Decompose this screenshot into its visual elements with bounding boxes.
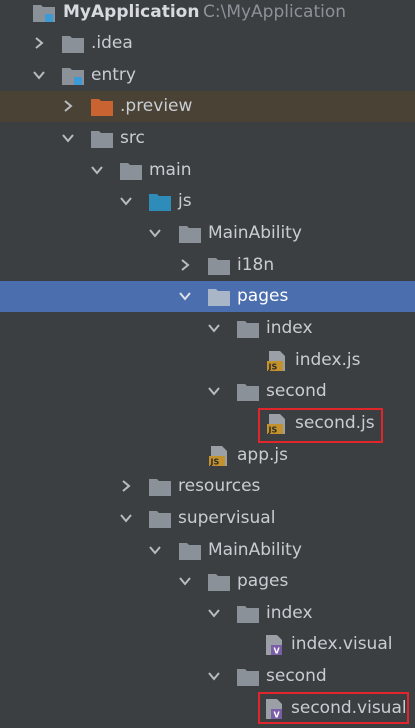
tree-row-index-visual[interactable]: V index.visual [0,629,415,660]
chevron-right-icon[interactable] [61,99,75,113]
js-file-icon: JS [209,446,227,467]
callout-second-visual [258,692,409,724]
tree-item-label: MainAbility [208,223,302,243]
tree-row-i18n[interactable]: i18n [0,250,415,281]
tree-row-main[interactable]: main [0,155,415,186]
module-folder-icon [62,68,84,85]
tree-item-label: entry [91,65,136,85]
tree-item-label: app.js [237,445,288,465]
chevron-down-icon[interactable] [178,289,192,303]
chevron-down-icon[interactable] [119,194,133,208]
tree-item-label: MainAbility [208,540,302,560]
folder-icon [179,543,201,560]
project-name: MyApplication [63,2,200,22]
tree-item-label: index.visual [291,634,393,654]
tree-row-sv-second[interactable]: second [0,661,415,692]
tree-row-entry[interactable]: entry [0,60,415,91]
tree-item-label: index [266,603,313,623]
svg-text:JS: JS [210,458,220,467]
module-folder-icon [33,5,55,22]
tree-row-idea[interactable]: .idea [0,28,415,59]
tree-row-js-pages[interactable]: pages [0,281,415,312]
chevron-right-icon[interactable] [119,479,133,493]
tree-item-label: .idea [91,33,133,53]
chevron-down-icon[interactable] [148,226,162,240]
svg-text:V: V [274,647,281,656]
folder-icon [237,321,259,338]
tree-row-myapplication[interactable]: MyApplication C:\MyApplication [0,0,415,28]
tree-item-label: supervisual [178,508,276,528]
tree-row-js[interactable]: js [0,186,415,217]
tree-item-label: js [178,191,192,211]
chevron-down-icon[interactable] [61,131,75,145]
project-path: C:\MyApplication [203,2,347,22]
chevron-down-icon[interactable] [207,669,221,683]
tree-item-label: index.js [295,350,361,370]
tree-item-label: i18n [237,255,275,275]
tree-row-sv-index[interactable]: index [0,598,415,629]
svg-text:JS: JS [268,363,278,372]
chevron-right-icon[interactable] [178,258,192,272]
visual-file-icon: V [266,635,282,656]
chevron-down-icon[interactable] [207,384,221,398]
tree-row-js-mainability[interactable]: MainAbility [0,218,415,249]
source-folder-icon [149,194,171,211]
tree-item-label: resources [178,476,261,496]
folder-icon [208,289,230,306]
tree-row-js-second[interactable]: second [0,376,415,407]
tree-item-label: .preview [120,96,193,116]
tree-row-src[interactable]: src [0,123,415,154]
callout-second-js [258,408,383,443]
tree-row-sv-pages[interactable]: pages [0,566,415,597]
tree-row-index-js[interactable]: JS index.js [0,345,415,376]
folder-icon [237,669,259,686]
folder-icon [179,226,201,243]
tree-item-label: second [266,666,327,686]
tree-row-app-js[interactable]: JS app.js [0,440,415,471]
chevron-down-icon[interactable] [119,511,133,525]
tree-item-label: pages [237,571,289,591]
folder-icon [208,574,230,591]
folder-icon [237,384,259,401]
chevron-down-icon[interactable] [32,68,46,82]
tree-item-label: src [120,128,145,148]
chevron-right-icon[interactable] [32,36,46,50]
folder-icon [149,479,171,496]
folder-icon [149,511,171,528]
tree-item-label: second [266,381,327,401]
tree-item-label: main [149,160,192,180]
chevron-down-icon[interactable] [207,321,221,335]
folder-icon [237,606,259,623]
folder-icon [208,258,230,275]
chevron-down-icon[interactable] [90,163,104,177]
folder-icon [62,36,84,53]
tree-item-label: pages [237,286,289,306]
folder-icon [120,163,142,180]
folder-icon [91,131,113,148]
chevron-down-icon[interactable] [148,543,162,557]
excluded-folder-icon [91,99,113,116]
tree-row-preview[interactable]: .preview [0,91,415,122]
tree-row-supervisual[interactable]: supervisual [0,503,415,534]
js-file-icon: JS [267,351,285,372]
tree-row-js-index[interactable]: index [0,313,415,344]
chevron-down-icon[interactable] [207,606,221,620]
tree-row-resources[interactable]: resources [0,471,415,502]
tree-row-sv-mainability[interactable]: MainAbility [0,535,415,566]
tree-item-label: index [266,318,313,338]
project-tree: MyApplication C:\MyApplication .idea ent… [0,0,415,728]
chevron-down-icon[interactable] [178,574,192,588]
